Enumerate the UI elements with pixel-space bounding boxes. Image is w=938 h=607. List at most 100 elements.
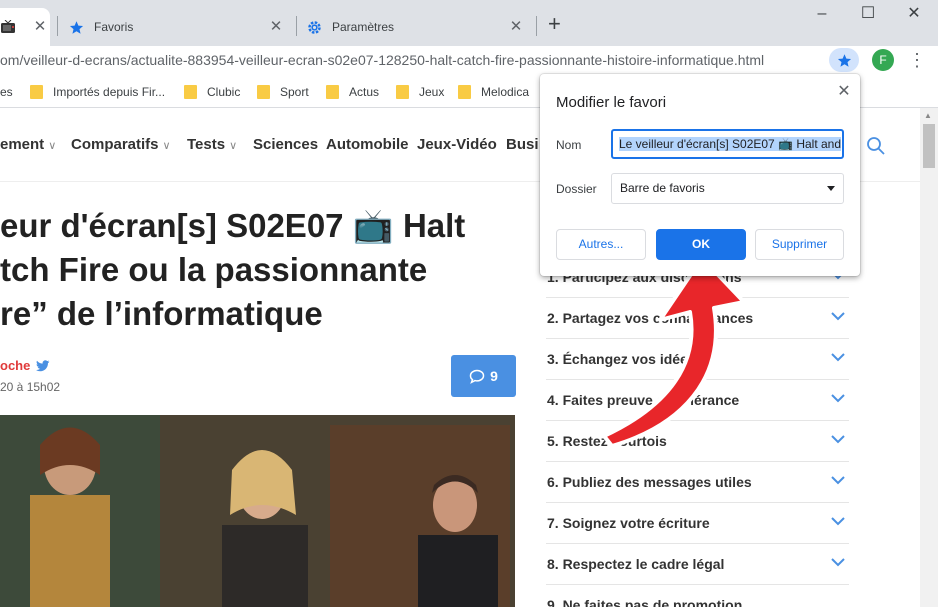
tab-separator [536, 16, 537, 36]
page-title: eur d'écran[s] S02E07 📺 Halt tch Fire ou… [0, 204, 530, 336]
chevron-down-icon: ∨ [229, 140, 238, 152]
nav-item[interactable]: Sciences [253, 136, 318, 153]
new-tab-button[interactable]: + [548, 13, 561, 35]
menu-icon[interactable]: ⋮ [908, 48, 926, 72]
maximize-button[interactable]: ☐ [858, 4, 878, 24]
rule-label: 8. Respectez le cadre légal [547, 556, 725, 572]
author-link[interactable]: oche [0, 358, 30, 373]
bookmark-item[interactable]: es [0, 83, 13, 101]
chevron-down-icon [831, 312, 845, 321]
folder-icon [184, 85, 197, 99]
more-button[interactable]: Autres... [556, 229, 646, 260]
scroll-thumb[interactable] [923, 124, 935, 168]
close-window-button[interactable]: ✕ [904, 4, 924, 24]
folder-icon [30, 85, 43, 99]
delete-button[interactable]: Supprimer [755, 229, 844, 260]
bookmark-label: Sport [280, 85, 309, 99]
nav-label: ement [0, 136, 45, 153]
chevron-down-icon [831, 394, 845, 403]
bookmark-folder[interactable]: Jeux [396, 83, 444, 101]
nav-label: Jeux-Vidéo [417, 136, 497, 153]
folder-icon [326, 85, 339, 99]
comment-icon [469, 369, 485, 384]
list-item[interactable]: 9. Ne faites pas de promotion [546, 584, 849, 607]
bookmark-folder[interactable]: Actus [326, 83, 379, 101]
bookmark-folder[interactable]: Sport [257, 83, 309, 101]
name-label: Nom [556, 138, 582, 152]
nav-item[interactable]: Automobile [326, 136, 409, 153]
folder-select[interactable]: Barre de favoris [611, 173, 844, 204]
list-item[interactable]: 6. Publiez des messages utiles [546, 461, 849, 502]
tab-strip: ✕ Favoris ✕ Paramètres ✕ + – ☐ ✕ [0, 0, 938, 46]
publish-date: 20 à 15h02 [0, 380, 61, 394]
comments-button[interactable]: 9 [451, 355, 516, 397]
chevron-down-icon [831, 517, 845, 526]
chevron-down-icon [831, 435, 845, 444]
nav-label: Tests [187, 136, 226, 153]
close-icon[interactable]: ✕ [32, 19, 48, 35]
star-icon [68, 19, 84, 35]
gear-icon [306, 19, 322, 35]
bookmark-name-input[interactable]: Le veilleur d'écran[s] S02E07 📺 Halt and [611, 129, 844, 159]
tab-article[interactable]: ✕ [0, 8, 50, 46]
nav-item[interactable]: Busi [506, 136, 539, 153]
nav-label: Comparatifs [71, 136, 159, 153]
bookmark-label: Importés depuis Fir... [53, 85, 166, 99]
nav-label: Sciences [253, 136, 319, 153]
twitter-icon[interactable] [36, 360, 50, 372]
dialog-title: Modifier le favori [556, 94, 667, 111]
scroll-up-arrow[interactable]: ▲ [924, 111, 932, 120]
comment-count: 9 [490, 368, 498, 384]
chevron-down-icon [831, 353, 845, 362]
folder-value: Barre de favoris [620, 181, 705, 195]
tab-label: Favoris [94, 20, 134, 34]
avatar[interactable]: F [872, 49, 894, 71]
bookmark-folder[interactable]: Melodica [458, 83, 529, 101]
tab-label: Paramètres [332, 20, 395, 34]
rule-label: 9. Ne faites pas de promotion [547, 597, 743, 607]
name-value: Le veilleur d'écran[s] S02E07 📺 Halt and [619, 137, 842, 151]
nav-item[interactable]: Tests ∨ [187, 136, 237, 153]
chevron-down-icon: ∨ [162, 140, 171, 152]
chevron-down-icon [831, 558, 845, 567]
minimize-button[interactable]: – [812, 4, 832, 24]
nav-label: Busi [506, 136, 539, 153]
bookmark-folder[interactable]: Clubic [184, 83, 240, 101]
ok-button[interactable]: OK [656, 229, 746, 260]
tv-icon [0, 19, 16, 35]
folder-icon [396, 85, 409, 99]
bookmark-label: Clubic [207, 85, 241, 99]
close-icon[interactable]: ✕ [268, 19, 284, 35]
bookmark-label: es [0, 85, 13, 99]
chevron-down-icon: ∨ [48, 140, 57, 152]
toolbar: om/veilleur-d-ecrans/actualite-883954-ve… [0, 46, 938, 76]
edit-bookmark-dialog: Modifier le favori ✕ Nom Le veilleur d'é… [540, 74, 860, 276]
tab-favoris[interactable]: Favoris ✕ [60, 8, 298, 46]
rule-label: 6. Publiez des messages utiles [547, 474, 752, 490]
nav-label: Automobile [326, 136, 409, 153]
tab-parametres[interactable]: Paramètres ✕ [298, 8, 536, 46]
folder-icon [257, 85, 270, 99]
nav-item[interactable]: ement ∨ [0, 136, 56, 153]
list-item[interactable]: 7. Soignez votre écriture [546, 502, 849, 543]
folder-label: Dossier [556, 182, 597, 196]
bookmark-star-button[interactable] [829, 48, 859, 72]
bookmark-folder[interactable]: Importés depuis Fir... [30, 83, 165, 101]
tab-separator [57, 16, 58, 36]
article-hero-image [0, 415, 515, 607]
search-icon[interactable] [866, 136, 886, 156]
title-line: eur d'écran[s] S02E07 📺 Halt [0, 207, 466, 244]
bookmark-label: Actus [349, 85, 380, 99]
close-icon[interactable]: ✕ [836, 84, 852, 100]
nav-item[interactable]: Jeux-Vidéo [417, 136, 497, 153]
bookmark-label: Jeux [419, 85, 445, 99]
nav-item[interactable]: Comparatifs ∨ [71, 136, 171, 153]
scrollbar[interactable]: ▲ [920, 108, 938, 607]
address-bar[interactable]: om/veilleur-d-ecrans/actualite-883954-ve… [0, 46, 820, 74]
chevron-down-icon [831, 476, 845, 485]
caret-down-icon [827, 186, 835, 191]
list-item[interactable]: 8. Respectez le cadre légal [546, 543, 849, 584]
rule-label: 7. Soignez votre écriture [547, 515, 710, 531]
close-icon[interactable]: ✕ [508, 19, 524, 35]
bookmark-label: Melodica [481, 85, 530, 99]
